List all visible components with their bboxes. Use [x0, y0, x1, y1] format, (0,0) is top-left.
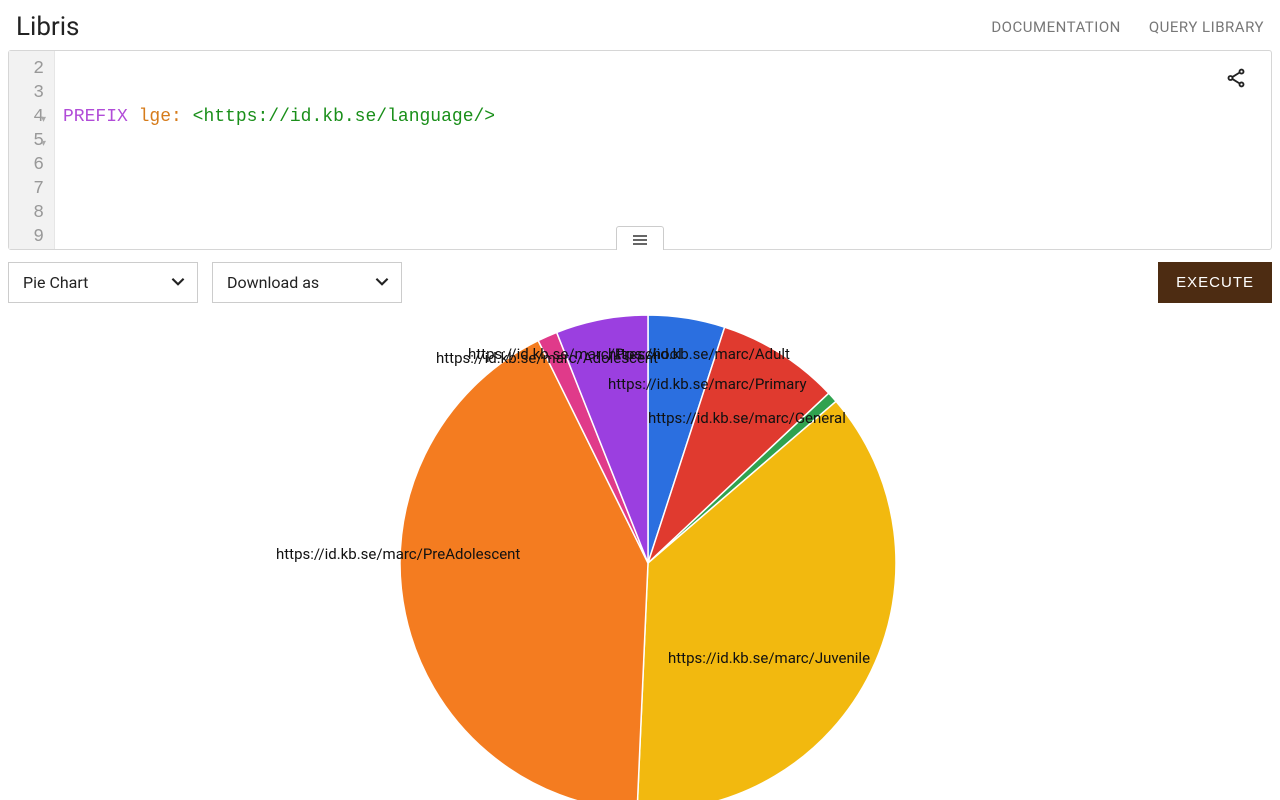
- nav-query-library[interactable]: QUERY LIBRARY: [1149, 18, 1264, 36]
- controls-bar: Pie Chart Download as EXECUTE: [0, 250, 1280, 303]
- share-icon[interactable]: [1225, 67, 1247, 93]
- query-editor[interactable]: 2 3 4▾ 5▾ 6 7 8 9 PREFIX lge: <https://i…: [8, 50, 1272, 250]
- execute-button[interactable]: EXECUTE: [1158, 262, 1272, 303]
- main-nav: DOCUMENTATION QUERY LIBRARY: [991, 18, 1264, 36]
- download-select[interactable]: Download as: [212, 262, 402, 303]
- header: Libris DOCUMENTATION QUERY LIBRARY: [0, 0, 1280, 50]
- pie-chart: https://id.kb.se/marc/Adult https://id.k…: [8, 313, 1272, 783]
- resize-handle[interactable]: [616, 226, 664, 250]
- chevron-down-icon: [171, 273, 185, 292]
- chevron-down-icon: [375, 273, 389, 292]
- brand-title: Libris: [16, 12, 79, 42]
- nav-documentation[interactable]: DOCUMENTATION: [991, 18, 1121, 36]
- visualization-select[interactable]: Pie Chart: [8, 262, 198, 303]
- line-gutter: 2 3 4▾ 5▾ 6 7 8 9: [9, 51, 55, 249]
- code-area[interactable]: PREFIX lge: <https://id.kb.se/language/>…: [55, 51, 665, 249]
